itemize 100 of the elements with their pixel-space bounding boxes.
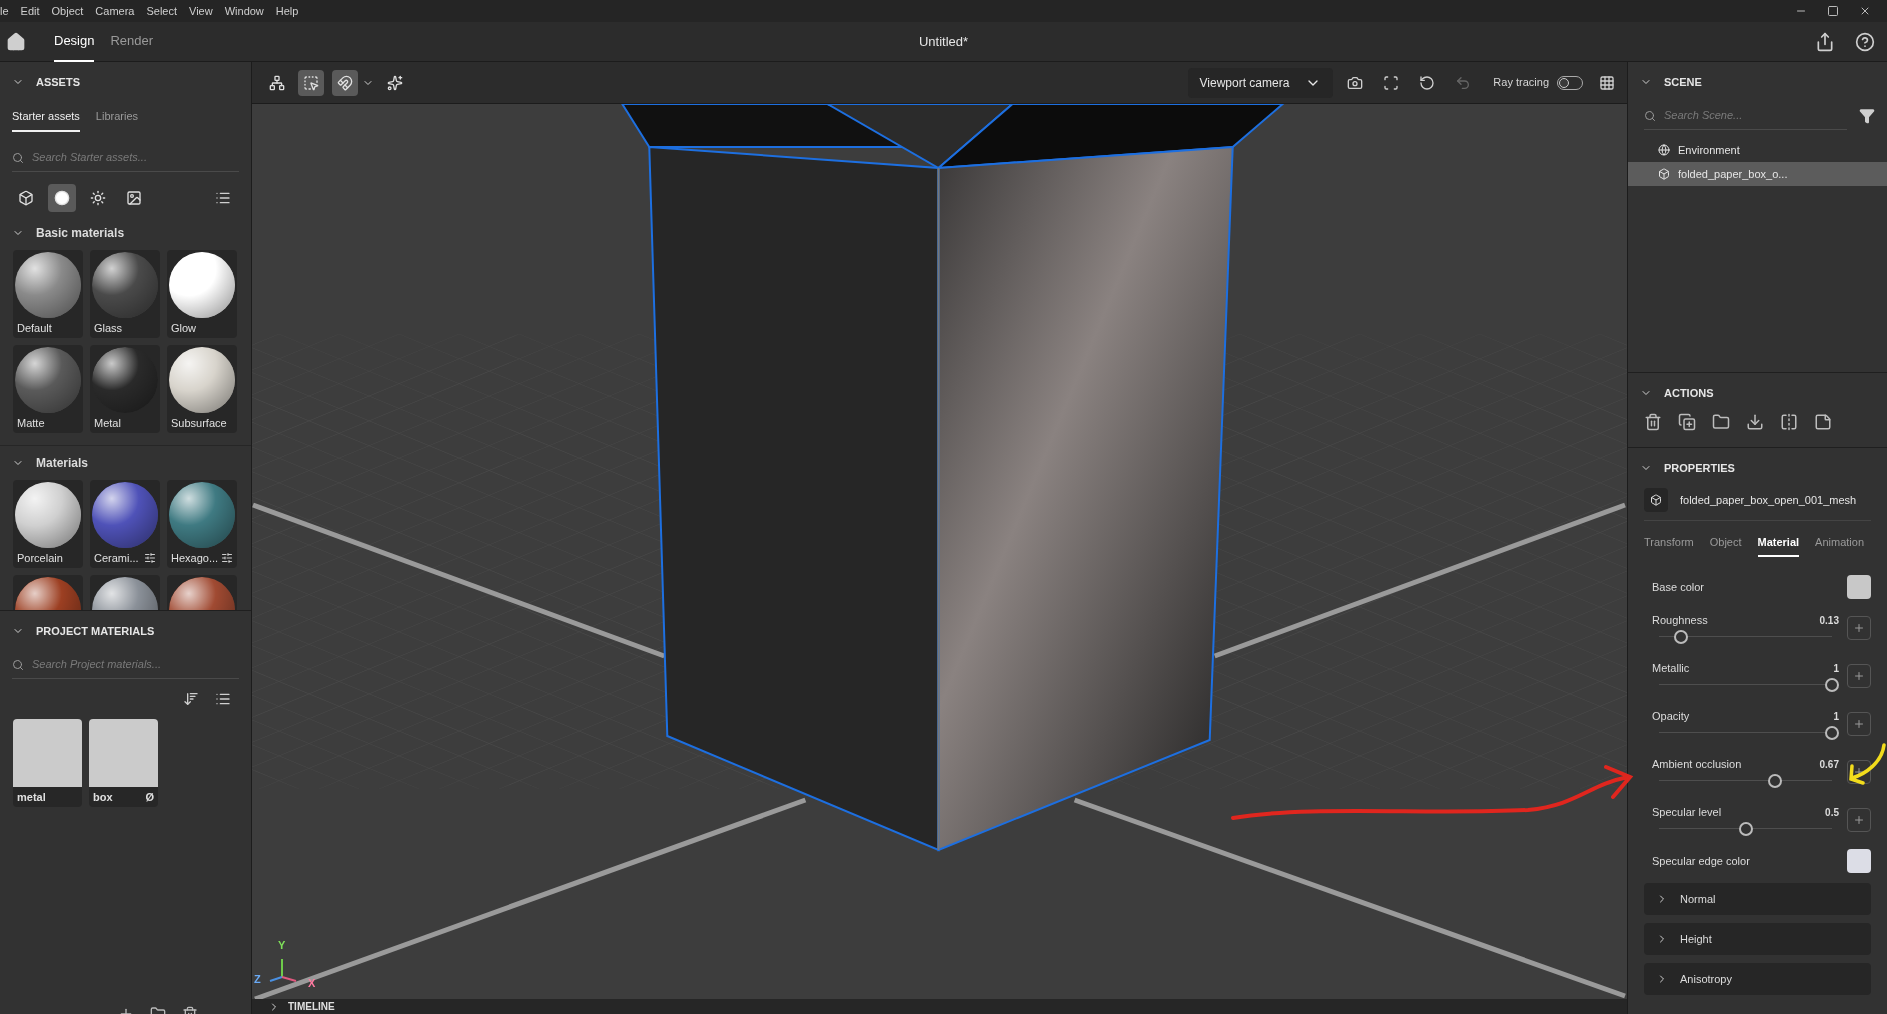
scene-item[interactable]: Environment xyxy=(1628,138,1887,162)
home-icon[interactable] xyxy=(6,31,26,52)
properties-tab[interactable]: Object xyxy=(1709,533,1742,557)
material-tile[interactable]: Subsurface xyxy=(167,345,237,433)
slider-thumb[interactable] xyxy=(1738,822,1753,837)
material-label: metal xyxy=(17,789,46,805)
material-label: Glass xyxy=(94,321,123,336)
material-filter-icon xyxy=(54,190,70,206)
assets-tab[interactable]: Starter assets xyxy=(12,107,80,132)
section-title: SCENE xyxy=(1664,74,1702,90)
section-title: PROJECT MATERIALS xyxy=(36,623,155,639)
group-title: Materials xyxy=(36,455,89,472)
menu-item[interactable]: Object xyxy=(45,2,90,20)
material-label: box xyxy=(93,789,113,805)
material-preview xyxy=(13,719,82,787)
list-view-icon[interactable] xyxy=(215,691,231,707)
menu-item[interactable]: Window xyxy=(218,2,270,20)
adjust-icon[interactable] xyxy=(144,552,156,565)
material-tile[interactable]: Default xyxy=(13,250,83,338)
search-icon xyxy=(12,151,24,164)
close-icon[interactable] xyxy=(1859,5,1871,17)
material-tile[interactable]: Porcelain xyxy=(13,480,83,568)
sparkle-icon xyxy=(387,74,403,91)
menu-item[interactable]: Select xyxy=(140,2,184,20)
color-swatch[interactable] xyxy=(1847,575,1871,599)
trash-icon[interactable] xyxy=(1644,413,1662,431)
property-label: Opacity xyxy=(1652,708,1690,724)
properties-tab[interactable]: Material xyxy=(1757,533,1800,557)
section-title: ACTIONS xyxy=(1664,385,1714,401)
adjust-icon[interactable] xyxy=(221,552,233,565)
property-label: Metallic xyxy=(1652,660,1690,676)
add-button[interactable] xyxy=(1847,760,1871,784)
window-title: Untitled* xyxy=(918,32,969,51)
menu-item[interactable]: le xyxy=(0,2,15,20)
sort-icon[interactable] xyxy=(183,691,199,707)
slider-thumb[interactable] xyxy=(1825,678,1839,693)
axis-label: Z xyxy=(254,971,261,987)
cube-icon xyxy=(1658,168,1670,180)
collapsible-section[interactable]: Anisotropy xyxy=(1644,963,1871,995)
collapsible-section[interactable]: Normal xyxy=(1644,883,1871,915)
group-title: Basic materials xyxy=(36,225,125,242)
list-view-icon[interactable] xyxy=(215,190,231,206)
material-tile[interactable]: Cerami... xyxy=(90,480,160,568)
menu-item[interactable]: Edit xyxy=(14,2,46,20)
material-tile[interactable]: Matte xyxy=(13,345,83,433)
viewport-settings-icon[interactable] xyxy=(1599,74,1615,91)
slider-thumb[interactable] xyxy=(1825,726,1839,741)
color-swatch[interactable] xyxy=(1847,849,1871,873)
globe-icon xyxy=(1658,144,1670,156)
property-value: 0.13 xyxy=(1819,614,1839,629)
mirror-icon[interactable] xyxy=(1780,413,1798,431)
filter-icon[interactable] xyxy=(1859,108,1875,124)
slider-thumb[interactable] xyxy=(1674,630,1689,645)
properties-tab[interactable]: Animation xyxy=(1815,533,1864,557)
camera-dropdown[interactable]: Viewport camera xyxy=(1187,67,1334,98)
material-tile[interactable]: Hexago... xyxy=(167,480,237,568)
camera-reset-icon xyxy=(1419,74,1436,91)
help-icon[interactable] xyxy=(1855,31,1875,52)
slider-thumb[interactable] xyxy=(1767,774,1782,789)
project-material-tile[interactable]: metal xyxy=(13,719,82,807)
magnet-tool-button[interactable] xyxy=(332,69,358,96)
project-material-tile[interactable]: box Ø xyxy=(89,719,158,807)
scene-item-label: Environment xyxy=(1678,142,1740,158)
folder-icon[interactable] xyxy=(1712,413,1730,431)
material-label: Hexago... xyxy=(171,551,219,566)
property-label: Base color xyxy=(1652,579,1704,595)
note-icon[interactable] xyxy=(1814,413,1832,431)
material-label: Matte xyxy=(17,416,45,431)
menu-item[interactable]: Camera xyxy=(89,2,141,20)
collapsible-section[interactable]: Height xyxy=(1644,923,1871,955)
property-label: Roughness xyxy=(1652,612,1708,628)
material-filter-button[interactable] xyxy=(48,184,76,212)
section-title: PROPERTIES xyxy=(1664,460,1735,476)
property-label: Specular edge color xyxy=(1652,853,1750,869)
material-tile[interactable]: Glow xyxy=(167,250,237,338)
axis-label: X xyxy=(308,975,316,991)
menu-item[interactable]: Help xyxy=(269,2,305,20)
light-filter-icon xyxy=(90,190,106,206)
material-label: Glow xyxy=(171,321,197,336)
search-icon xyxy=(12,658,24,671)
property-value: 0.67 xyxy=(1819,758,1839,773)
material-tile[interactable]: Metal xyxy=(90,345,160,433)
mode-tab[interactable]: Render xyxy=(110,21,154,62)
camera-undo-icon xyxy=(1455,74,1472,91)
properties-tab[interactable]: Transform xyxy=(1644,533,1694,557)
duplicate-icon[interactable] xyxy=(1678,413,1696,431)
plus-icon xyxy=(1853,814,1865,826)
select-tool-button[interactable] xyxy=(298,69,324,96)
property-value: 0.5 xyxy=(1825,806,1839,821)
share-icon[interactable] xyxy=(1815,31,1835,52)
drop-to-floor-icon[interactable] xyxy=(1746,413,1764,431)
material-label: Subsurface xyxy=(171,416,227,431)
maximize-icon[interactable] xyxy=(1827,5,1839,17)
material-tile[interactable]: Glass xyxy=(90,250,160,338)
plus-icon xyxy=(1853,718,1865,730)
scene-item-label: folded_paper_box_o... xyxy=(1678,166,1788,182)
assets-tab[interactable]: Libraries xyxy=(95,107,139,132)
property-value: 1 xyxy=(1833,662,1839,677)
scene-item[interactable]: folded_paper_box_o... xyxy=(1628,162,1887,186)
menu-item[interactable]: View xyxy=(183,2,219,20)
